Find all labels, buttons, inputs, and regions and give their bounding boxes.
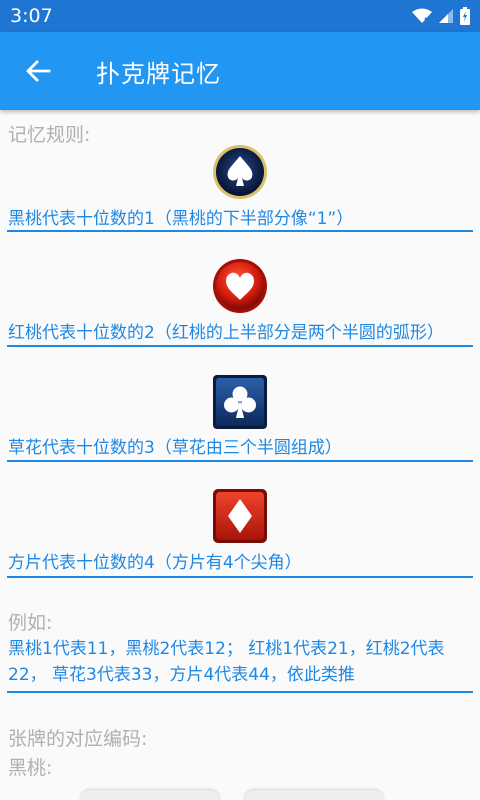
status-icons	[412, 7, 470, 25]
status-time: 3:07	[10, 5, 53, 27]
rule-text-diamond: 方片代表十位数的4（方片有4个尖角）	[8, 553, 302, 573]
rules-label: 记忆规则:	[8, 124, 91, 146]
diamond-icon	[213, 489, 267, 543]
example-text: 黑桃1代表11，黑桃2代表12； 红桃1代表21，红桃2代表 22， 草花3代表…	[8, 636, 472, 688]
rule-text-spade: 黑桃代表十位数的1（黑桃的下半部分像“1”）	[8, 209, 354, 229]
signal-icon	[439, 9, 453, 23]
divider	[7, 576, 473, 578]
example-line-1: 黑桃1代表11，黑桃2代表12； 红桃1代表21，红桃2代表	[8, 639, 445, 659]
wifi-icon	[412, 8, 432, 23]
battery-icon	[460, 7, 470, 25]
divider	[7, 345, 473, 347]
divider	[7, 460, 473, 462]
status-bar: 3:07	[0, 0, 480, 32]
card-slot[interactable]	[80, 790, 220, 800]
spade-icon	[213, 145, 267, 199]
card-slot[interactable]	[244, 790, 384, 800]
example-line-2: 22， 草花3代表33，方片4代表44，依此类推	[8, 665, 355, 685]
codes-label: 张牌的对应编码:	[8, 728, 148, 750]
spade-codes-label: 黑桃:	[8, 757, 53, 779]
content-scroll[interactable]: 记忆规则: 黑桃代表十位数的1（黑桃的下半部分像“1”） 红桃代表十位数的2（红…	[0, 110, 480, 800]
app-bar: 扑克牌记忆	[0, 32, 480, 110]
arrow-back-icon	[26, 60, 51, 82]
rule-text-heart: 红桃代表十位数的2（红桃的上半部分是两个半圆的弧形）	[8, 323, 444, 343]
divider	[7, 230, 473, 232]
club-icon	[213, 375, 267, 429]
back-button[interactable]	[0, 32, 76, 110]
page-title: 扑克牌记忆	[96, 59, 221, 88]
rule-text-club: 草花代表十位数的3（草花由三个半圆组成）	[8, 438, 342, 458]
example-label: 例如:	[8, 612, 53, 634]
heart-icon	[213, 259, 267, 313]
divider	[7, 691, 473, 693]
